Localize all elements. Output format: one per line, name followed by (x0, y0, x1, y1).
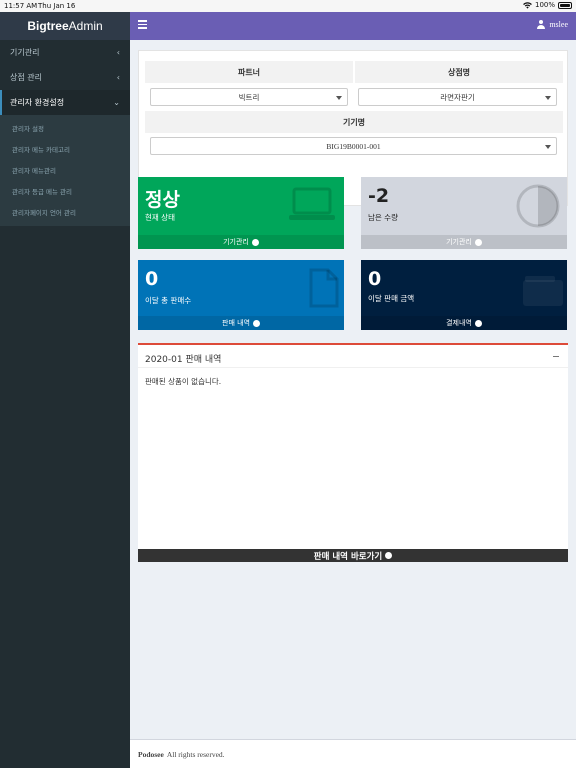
sidebar-subitem-language[interactable]: 관리자페이지 언어 관리 (0, 201, 130, 222)
status-value: 정상 (145, 189, 180, 211)
status-time: 11:57 AM (4, 2, 38, 10)
footer: Podosee All rights reserved. (130, 739, 576, 768)
arrow-circle-right-icon (253, 319, 260, 327)
sales-count-label: 이달 총 판매수 (145, 296, 192, 305)
sidebar-subitem-grade-menu[interactable]: 관리자 등급 메뉴 관리 (0, 180, 130, 201)
status-label: 현재 상태 (145, 213, 175, 222)
store-select[interactable]: 라면자판기 (358, 88, 557, 106)
partner-header: 파트너 (145, 61, 353, 83)
brand-logo[interactable]: Bigtree Admin (0, 12, 130, 40)
sidebar-submenu: 관리자 설정 관리자 메뉴 카테고리 관리자 메뉴관리 관리자 등급 메뉴 관리… (0, 115, 130, 226)
sidebar-item-label: 관리자 환경설정 (10, 98, 65, 107)
status-more-link[interactable]: 기기관리 (138, 235, 344, 249)
sales-count-more-link[interactable]: 판매 내역 (138, 316, 344, 330)
remaining-link-label: 기기관리 (446, 238, 472, 246)
chevron-left-icon: ‹ (116, 48, 120, 57)
caret-down-icon (545, 145, 551, 149)
device-select-value: BIG19B0001-001 (326, 141, 381, 151)
sales-count-tile: 0 이달 총 판매수 판매 내역 (138, 260, 344, 330)
remaining-label: 남은 수량 (368, 213, 398, 222)
sidebar-item-admin-settings[interactable]: 관리자 환경설정 ⌄ (0, 90, 130, 115)
laptop-icon (289, 187, 335, 220)
remaining-more-link[interactable]: 기기관리 (361, 235, 567, 249)
caret-down-icon (545, 96, 551, 100)
brand-light: Admin (68, 19, 103, 33)
chevron-down-icon: ⌄ (113, 98, 120, 107)
menu-toggle-icon[interactable] (138, 20, 147, 29)
store-select-value: 라면자판기 (440, 92, 475, 102)
battery-percent: 100% (534, 1, 555, 9)
status-link-label: 기기관리 (223, 238, 249, 246)
brand-bold: Bigtree (27, 19, 69, 33)
sidebar-subitem-menu-manage[interactable]: 관리자 메뉴관리 (0, 159, 130, 180)
sidebar-item-device[interactable]: 기기관리 ‹ (0, 40, 130, 65)
arrow-circle-right-icon (474, 319, 482, 327)
sidebar-item-label: 상점 관리 (10, 73, 42, 82)
partner-select-value: 빅트리 (238, 92, 260, 102)
status-tile: 정상 현재 상태 기기관리 (138, 177, 344, 249)
remaining-value: -2 (368, 185, 390, 207)
store-header: 상점명 (355, 61, 563, 83)
half-circle-icon (516, 184, 560, 228)
status-date: Thu Jan 16 (38, 2, 76, 10)
arrow-circle-right-icon (474, 238, 482, 246)
sidebar-item-store[interactable]: 상점 관리 ‹ (0, 65, 130, 90)
divider (138, 367, 568, 368)
sales-count-link-label: 판매 내역 (222, 319, 250, 327)
sales-empty-message: 판매된 상품이 없습니다. (145, 377, 222, 386)
sales-history-title: 2020-01 판매 내역 (145, 355, 222, 365)
user-icon (537, 20, 546, 29)
wallet-icon (523, 276, 563, 306)
footer-brand[interactable]: Podosee (138, 750, 164, 759)
file-icon (309, 268, 339, 308)
device-select[interactable]: BIG19B0001-001 (150, 137, 557, 155)
sales-amount-value: 0 (368, 268, 382, 290)
status-bar: 11:57 AM Thu Jan 16 100% (0, 0, 576, 12)
user-menu[interactable]: mslee (537, 20, 568, 29)
sales-amount-label: 이달 판매 금액 (368, 294, 415, 303)
remaining-tile: -2 남은 수량 기기관리 (361, 177, 567, 249)
sales-history-link-label: 판매 내역 바로가기 (313, 551, 383, 562)
sales-history-box: 2020-01 판매 내역 판매된 상품이 없습니다. (138, 343, 568, 562)
arrow-circle-right-icon (385, 552, 393, 559)
username: mslee (549, 20, 568, 29)
battery-icon (558, 1, 572, 9)
minus-icon[interactable] (553, 353, 560, 360)
wifi-icon (523, 1, 532, 9)
main-content: 파트너 상점명 빅트리 라면자판기 기기명 BIG19B0001-001 정상 … (130, 40, 576, 739)
sidebar: 기기관리 ‹ 상점 관리 ‹ 관리자 환경설정 ⌄ 관리자 설정 관리자 메뉴 … (0, 40, 130, 768)
chevron-left-icon: ‹ (116, 73, 120, 82)
caret-down-icon (336, 96, 342, 100)
partner-select[interactable]: 빅트리 (150, 88, 348, 106)
sidebar-subitem-menu-category[interactable]: 관리자 메뉴 카테고리 (0, 138, 130, 159)
sidebar-item-label: 기기관리 (10, 48, 40, 57)
sales-amount-tile: 0 이달 판매 금액 결제내역 (361, 260, 567, 330)
footer-text: All rights reserved. (166, 749, 225, 759)
arrow-circle-right-icon (251, 238, 259, 246)
sales-amount-link-label: 결제내역 (446, 319, 472, 327)
sidebar-subitem-admin-setting[interactable]: 관리자 설정 (0, 117, 130, 138)
device-header: 기기명 (145, 111, 563, 133)
sales-count-value: 0 (145, 268, 159, 290)
sales-history-link[interactable]: 판매 내역 바로가기 (138, 549, 568, 562)
sales-amount-more-link[interactable]: 결제내역 (361, 316, 567, 330)
top-navbar: mslee (130, 12, 576, 40)
status-right: 100% (523, 1, 572, 9)
